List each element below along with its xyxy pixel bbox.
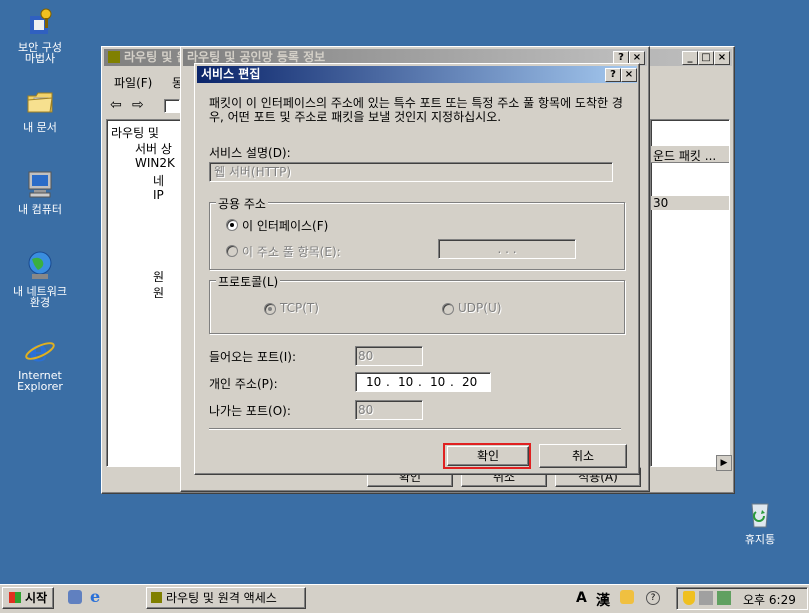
help-button[interactable]: ? xyxy=(605,68,621,82)
cancel-button[interactable]: 취소 xyxy=(539,444,627,468)
icon-label: 환경 xyxy=(29,296,51,309)
list-row-selected[interactable]: 30 xyxy=(651,196,729,210)
outgoing-port-label: 나가는 포트(O): xyxy=(209,404,291,418)
ip-dot: . xyxy=(418,375,422,389)
desktop-icon-my-computer[interactable]: 내 컴퓨터 xyxy=(0,168,80,215)
incoming-port-field: 80 xyxy=(355,346,423,366)
help-icon[interactable]: ? xyxy=(646,591,660,605)
routing-icon xyxy=(151,592,162,603)
icon-label: Explorer xyxy=(17,380,63,393)
task-routing[interactable]: 라우팅 및 원격 액세스 xyxy=(146,587,306,609)
tree-item[interactable]: IP xyxy=(153,188,164,202)
radio-tcp xyxy=(264,303,276,315)
public-address-group: 공용 주소 이 인터페이스(F) 이 주소 풀 항목(E): . . . xyxy=(209,195,625,270)
icon-label: 내 컴퓨터 xyxy=(18,203,62,216)
protocol-group: 프로토콜(L) TCP(T) UDP(U) xyxy=(209,273,625,334)
detail-pane[interactable]: 운드 패킷 ... 30 xyxy=(650,119,730,467)
service-description-field[interactable]: 웹 서버(HTTP) xyxy=(209,162,613,182)
ie-quicklaunch-icon[interactable]: e xyxy=(90,587,100,606)
desktop-icon-security-wizard[interactable]: 보안 구성 마법사 xyxy=(0,6,80,64)
ip-octet[interactable]: 10 xyxy=(366,373,381,391)
recycle-bin-icon xyxy=(744,498,776,530)
incoming-port-label: 들어오는 포트(I): xyxy=(209,350,297,364)
speaker-icon[interactable] xyxy=(717,591,731,605)
protocol-group-label: 프로토콜(L) xyxy=(216,273,281,290)
radio-udp-label: UDP(U) xyxy=(458,301,502,315)
desktop-icon-ie[interactable]: e Internet Explorer xyxy=(0,334,80,392)
close-button[interactable]: × xyxy=(621,68,637,82)
system-tray: 오후 6:29 xyxy=(676,587,808,610)
internet-explorer-icon: e xyxy=(24,334,56,369)
desktop-icon-recycle-bin[interactable]: 휴지통 xyxy=(720,498,800,545)
icon-label: 내 문서 xyxy=(23,121,57,134)
desktop-icon-network[interactable]: 내 네트워크 환경 xyxy=(0,250,80,308)
ime-hanja[interactable]: 漢 xyxy=(596,590,610,610)
ip-octet[interactable]: 10 xyxy=(430,373,445,391)
icon-label: 마법사 xyxy=(24,52,56,65)
tree-pane[interactable]: 라우팅 및 서버 상 WIN2K 네 IP 원 원 xyxy=(106,119,188,467)
tree-item[interactable]: 네 xyxy=(153,172,164,189)
routing-icon xyxy=(108,51,120,63)
radio-this-interface-label[interactable]: 이 인터페이스(F) xyxy=(242,217,328,234)
network-status-icon[interactable] xyxy=(699,591,713,605)
security-wizard-icon xyxy=(24,6,56,38)
radio-address-pool xyxy=(226,245,238,257)
service-description-label: 서비스 설명(D): xyxy=(209,146,291,160)
desktop-quicklaunch-icon[interactable] xyxy=(68,590,82,604)
up-folder-icon[interactable] xyxy=(164,99,180,113)
ip-octet[interactable]: 20 xyxy=(462,373,477,391)
computer-icon xyxy=(24,168,56,200)
forward-arrow-icon[interactable]: ⇨ xyxy=(132,97,144,113)
ok-button[interactable]: 확인 xyxy=(447,446,529,466)
back-arrow-icon[interactable]: ⇦ xyxy=(110,97,122,113)
ip-dot: . xyxy=(386,375,390,389)
menu-file[interactable]: 파일(F) xyxy=(114,74,152,91)
tree-item[interactable]: WIN2K xyxy=(135,156,175,170)
separator xyxy=(209,428,621,430)
tree-item[interactable]: 원 xyxy=(153,268,164,285)
radio-udp xyxy=(442,303,454,315)
radio-this-interface[interactable] xyxy=(226,219,238,231)
tree-item[interactable]: 서버 상 xyxy=(135,140,172,157)
edit-service-dialog[interactable]: 서비스 편집 ? × 패킷이 이 인터페이스의 주소에 있는 특수 포트 또는 … xyxy=(194,63,640,475)
pool-address-field: . . . xyxy=(438,239,576,259)
tree-item[interactable]: 원 xyxy=(153,284,164,301)
radio-address-pool-label: 이 주소 풀 항목(E): xyxy=(242,245,341,259)
column-header[interactable]: 운드 패킷 ... xyxy=(651,146,729,163)
tree-item[interactable]: 라우팅 및 xyxy=(111,124,159,141)
public-address-group-label: 공용 주소 xyxy=(216,195,268,212)
ip-octet[interactable]: 10 xyxy=(398,373,413,391)
scroll-right-arrow-icon[interactable]: ▶ xyxy=(716,455,732,471)
private-address-label: 개인 주소(P): xyxy=(209,377,278,391)
ime-lang-a[interactable]: A xyxy=(576,590,587,606)
clock[interactable]: 오후 6:29 xyxy=(743,591,796,608)
start-button[interactable]: 시작 xyxy=(2,587,54,609)
close-button[interactable]: × xyxy=(714,51,730,65)
private-address-field[interactable]: 10 . 10 . 10 . 20 xyxy=(355,372,491,392)
taskbar: 시작 e 라우팅 및 원격 액세스 A 漢 ? 오후 6:29 xyxy=(0,584,809,613)
dialog-description: 패킷이 이 인터페이스의 주소에 있는 특수 포트 또는 특정 주소 풀 항목에… xyxy=(209,96,623,124)
minimize-button[interactable]: _ xyxy=(682,51,698,65)
network-globe-icon xyxy=(24,250,56,282)
outgoing-port-field: 80 xyxy=(355,400,423,420)
folder-icon xyxy=(24,86,56,118)
dialog-title-bar: 서비스 편집 xyxy=(197,66,637,83)
shield-icon[interactable] xyxy=(683,591,695,605)
icon-label: 휴지통 xyxy=(744,533,776,546)
radio-tcp-label: TCP(T) xyxy=(280,301,319,315)
ip-dot: . xyxy=(450,375,454,389)
desktop-icon-my-documents[interactable]: 내 문서 xyxy=(0,86,80,133)
maximize-button[interactable]: □ xyxy=(698,51,714,65)
windows-logo-icon xyxy=(8,592,21,603)
ime-tool-icon[interactable] xyxy=(620,590,634,604)
